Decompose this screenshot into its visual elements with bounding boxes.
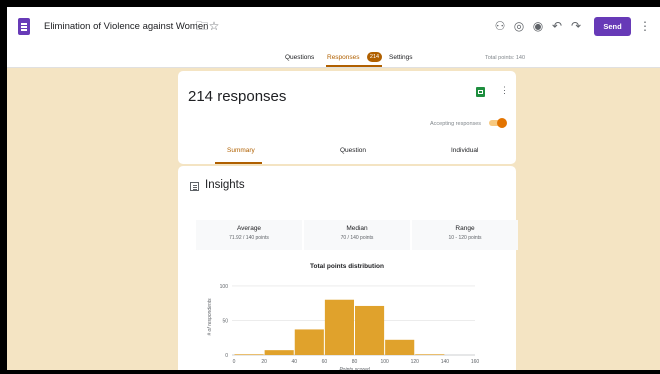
x-tick-label: 0 xyxy=(233,359,236,365)
responses-card: 214 responses ⋮ Accepting responses Summ… xyxy=(178,71,516,164)
x-tick-label: 80 xyxy=(352,359,358,365)
accepting-responses-toggle[interactable] xyxy=(489,118,507,128)
histogram-bar xyxy=(264,350,294,355)
histogram-bar xyxy=(385,339,415,355)
y-tick-label: 0 xyxy=(225,353,228,359)
x-tick-label: 20 xyxy=(261,359,267,365)
subtab-individual[interactable]: Individual xyxy=(451,147,478,154)
responses-count-badge: 214 xyxy=(367,52,382,62)
x-tick-label: 160 xyxy=(471,359,480,365)
x-tick-label: 100 xyxy=(380,359,389,365)
palette-icon[interactable]: ◎ xyxy=(510,17,528,35)
y-tick-label: 50 xyxy=(222,318,228,324)
customize-theme-icon[interactable]: ⚇ xyxy=(491,17,509,35)
x-tick-label: 120 xyxy=(411,359,420,365)
app-window: Elimination of Violence against Women 🗀 … xyxy=(7,7,660,370)
form-tabs: Questions Responses 214 Settings Total p… xyxy=(7,47,660,68)
x-tick-label: 140 xyxy=(441,359,450,365)
tab-responses[interactable]: Responses xyxy=(327,54,360,61)
sheets-icon[interactable] xyxy=(476,87,485,97)
x-axis-label: Points scored xyxy=(339,367,370,370)
insights-card: Insights Average 71.92 / 140 points Medi… xyxy=(178,166,518,370)
subtab-summary[interactable]: Summary xyxy=(227,147,255,154)
active-subtab-indicator xyxy=(215,162,262,164)
forms-logo-icon[interactable] xyxy=(18,18,30,35)
responses-count-heading: 214 responses xyxy=(188,88,287,105)
more-vert-icon[interactable]: ⋮ xyxy=(500,85,509,96)
undo-icon[interactable]: ↶ xyxy=(548,17,566,35)
total-points-label: Total points: 140 xyxy=(485,55,526,61)
y-tick-label: 100 xyxy=(220,284,229,290)
preview-icon[interactable]: ◉ xyxy=(529,17,547,35)
y-axis-label: # of respondents xyxy=(207,298,213,336)
form-title[interactable]: Elimination of Violence against Women xyxy=(44,21,208,32)
send-button[interactable]: Send xyxy=(594,17,631,36)
subtab-question[interactable]: Question xyxy=(340,147,366,154)
tab-questions[interactable]: Questions xyxy=(285,54,314,61)
histogram-bar xyxy=(234,354,264,355)
app-header: Elimination of Violence against Women 🗀 … xyxy=(7,7,660,47)
accepting-responses-label: Accepting responses xyxy=(430,121,482,127)
more-vert-icon[interactable]: ⋮ xyxy=(636,17,654,35)
x-tick-label: 40 xyxy=(291,359,297,365)
active-tab-indicator xyxy=(326,65,382,67)
tab-settings[interactable]: Settings xyxy=(389,54,413,61)
points-distribution-chart: 0 50 100 0 20 40 60 80 100 120 140 160 Points scored… xyxy=(207,284,480,370)
histogram-bar xyxy=(355,305,385,355)
x-tick-label: 60 xyxy=(322,359,328,365)
star-icon[interactable]: ☆ xyxy=(205,17,223,35)
histogram-bar xyxy=(324,299,354,355)
histogram-bar xyxy=(415,354,445,355)
histogram-bar xyxy=(294,329,324,355)
redo-icon[interactable]: ↷ xyxy=(567,17,585,35)
